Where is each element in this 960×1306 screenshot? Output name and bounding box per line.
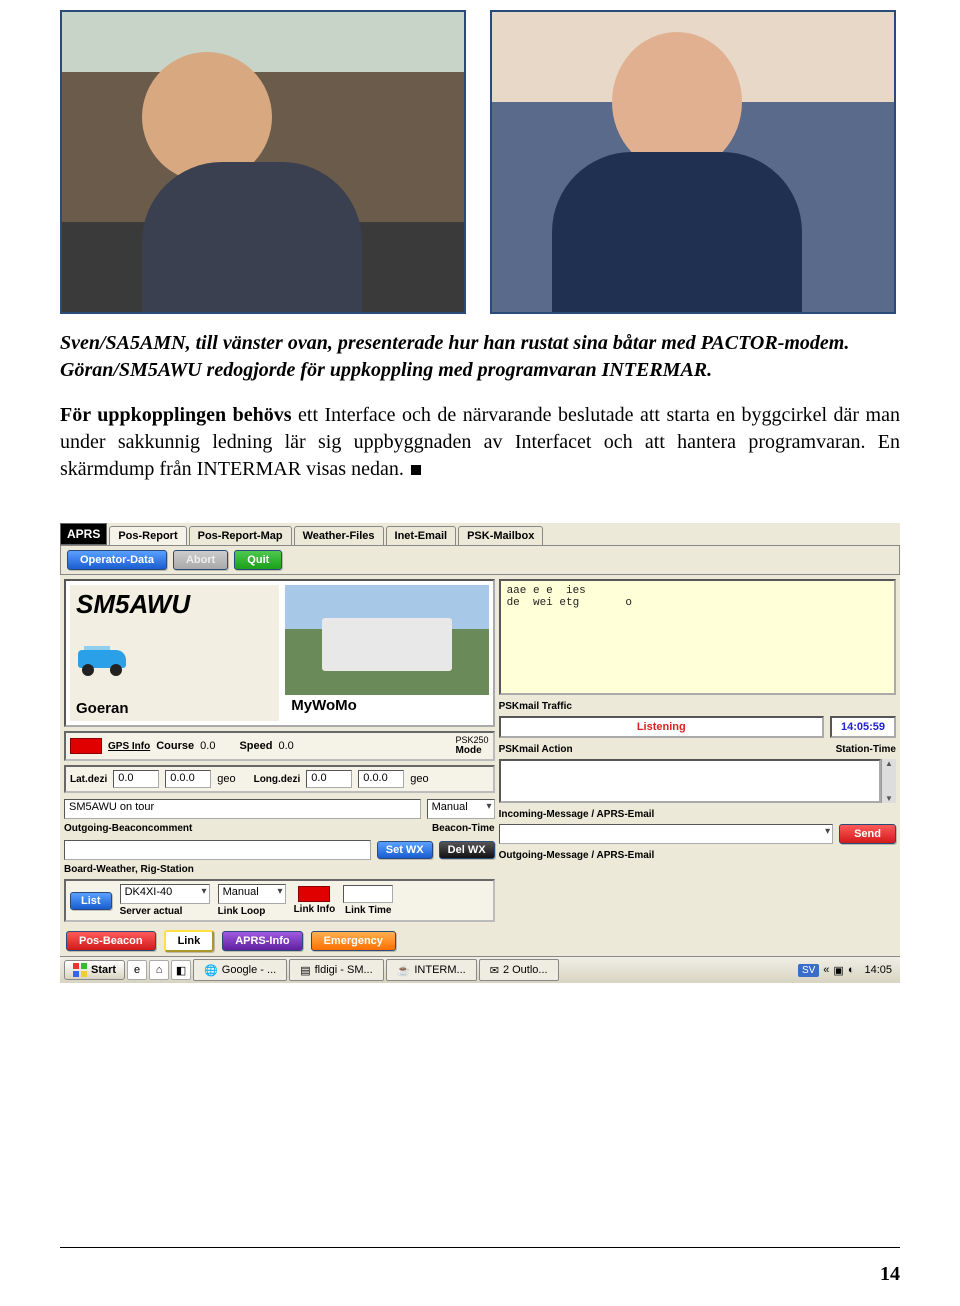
lat-label: Lat.dezi (70, 774, 107, 785)
emergency-button[interactable]: Emergency (311, 931, 396, 951)
send-button[interactable]: Send (839, 824, 896, 844)
outgoing-beacon-block: SM5AWU on tour Manual Outgoing-Beaconcom… (64, 797, 495, 834)
tab-strip: APRS Pos-Report Pos-Report-Map Weather-F… (60, 523, 900, 545)
operator-name: Goeran (70, 700, 279, 721)
speed-value: 0.0 (278, 740, 293, 752)
system-tray: SV « ▣ ◐ 14:05 (794, 964, 896, 977)
link-time-label: Link Time (345, 905, 392, 916)
tab-pos-report-map[interactable]: Pos-Report-Map (189, 526, 292, 545)
link-button[interactable]: Link (164, 930, 215, 952)
body-lead: För uppkopplingen behövs (60, 404, 292, 426)
body-paragraph: För uppkopplingen behövs ett Interface o… (60, 402, 900, 483)
tab-pos-report[interactable]: Pos-Report (109, 526, 186, 545)
outgoing-message-select[interactable] (499, 824, 834, 844)
link-loop-label: Link Loop (218, 906, 286, 917)
vehicle-photo (285, 585, 488, 695)
gps-row: GPS Info Course 0.0 Speed 0.0 PSK250 Mod… (64, 731, 495, 761)
psk-mode-bottom: Mode (456, 745, 482, 756)
abort-button[interactable]: Abort (173, 550, 228, 570)
psk-mode-top: PSK250 (456, 736, 489, 745)
photo-left (60, 10, 466, 314)
pskmail-action-display: Listening (499, 716, 824, 738)
quicklaunch-app-icon[interactable]: ◧ (171, 960, 191, 980)
quicklaunch-desktop-icon[interactable]: ⌂ (149, 960, 169, 980)
page-number: 14 (880, 1263, 900, 1286)
server-label: Server actual (120, 906, 210, 917)
outgoing-message-label: Outgoing-Message / APRS-Email (499, 850, 896, 861)
tray-icon[interactable]: ▣ (833, 964, 843, 977)
footer-rule (60, 1247, 900, 1248)
wx-input[interactable] (64, 840, 371, 860)
taskbar-task-outlook[interactable]: ✉2 Outlo... (479, 959, 559, 981)
lon-field-2[interactable]: 0.0.0 (358, 770, 404, 788)
photo-row (60, 10, 900, 314)
scrollbar[interactable]: ▲▼ (881, 759, 896, 803)
set-wx-button[interactable]: Set WX (377, 841, 433, 859)
lon-geo: geo (410, 773, 428, 785)
bottom-action-row: Pos-Beacon Link APRS-Info Emergency (60, 926, 900, 956)
lat-field-1[interactable]: 0.0 (113, 770, 159, 788)
intermar-app-window: APRS Pos-Report Pos-Report-Map Weather-F… (60, 523, 900, 983)
photo-right (490, 10, 896, 314)
taskbar-clock: 14:05 (858, 964, 892, 976)
tab-weather-files[interactable]: Weather-Files (294, 526, 384, 545)
photo-caption: Sven/SA5AMN, till vänster ovan, presente… (60, 330, 900, 384)
beacon-time-label: Beacon-Time (432, 823, 495, 834)
lon-label: Long.dezi (254, 774, 301, 785)
start-button[interactable]: Start (64, 960, 125, 980)
outgoing-beacon-input[interactable]: SM5AWU on tour (64, 799, 421, 819)
station-time-label: Station-Time (836, 744, 896, 755)
windows-logo-icon (73, 963, 87, 977)
del-wx-button[interactable]: Del WX (439, 841, 495, 859)
end-of-article-marker (411, 465, 421, 475)
psk-console: aae e e ies de wei etg o (499, 579, 896, 695)
operator-panel: SM5AWU Goeran MyWoMo (64, 579, 495, 727)
list-button[interactable]: List (70, 892, 112, 910)
coords-row: Lat.dezi 0.0 0.0.0 geo Long.dezi 0.0 0.0… (64, 765, 495, 793)
course-label: Course (156, 740, 194, 752)
lat-geo: geo (217, 773, 235, 785)
pskmail-traffic-label: PSKmail Traffic (499, 701, 896, 712)
speed-label: Speed (239, 740, 272, 752)
aprs-info-button[interactable]: APRS-Info (222, 931, 302, 951)
wx-block: Set WX Del WX Board-Weather, Rig-Station (64, 838, 495, 875)
language-indicator[interactable]: SV (798, 964, 819, 977)
wx-label: Board-Weather, Rig-Station (64, 864, 495, 875)
tray-expand-icon[interactable]: « (823, 964, 829, 976)
incoming-message-label: Incoming-Message / APRS-Email (499, 809, 896, 820)
incoming-message-box[interactable] (499, 759, 881, 803)
link-info-label: Link Info (294, 904, 336, 915)
beacon-time-select[interactable]: Manual (427, 799, 495, 819)
server-row: List DK4XI-40 Server actual Manual Link … (64, 879, 495, 922)
lon-field-1[interactable]: 0.0 (306, 770, 352, 788)
operator-data-button[interactable]: Operator-Data (67, 550, 167, 570)
pos-beacon-button[interactable]: Pos-Beacon (66, 931, 156, 951)
taskbar-task-google[interactable]: 🌐Google - ... (193, 959, 287, 981)
link-time-field (343, 885, 393, 903)
gps-led (70, 738, 102, 754)
aprs-badge: APRS (60, 523, 107, 545)
course-value: 0.0 (200, 740, 215, 752)
taskbar-task-fldigi[interactable]: ▤fldigi - SM... (289, 959, 383, 981)
outgoing-beacon-label: Outgoing-Beaconcomment (64, 823, 192, 834)
windows-taskbar: Start e ⌂ ◧ 🌐Google - ... ▤fldigi - SM..… (60, 956, 900, 983)
link-info-led (298, 886, 330, 902)
callsign: SM5AWU (70, 585, 279, 620)
station-time-display: 14:05:59 (830, 716, 896, 738)
server-select[interactable]: DK4XI-40 (120, 884, 210, 904)
gps-info-label: GPS Info (108, 741, 150, 752)
action-toolbar: Operator-Data Abort Quit (60, 545, 900, 575)
link-loop-select[interactable]: Manual (218, 884, 286, 904)
vehicle-name: MyWoMo (285, 697, 488, 718)
car-icon (76, 644, 128, 676)
pskmail-action-label: PSKmail Action (499, 744, 573, 755)
quicklaunch-ie-icon[interactable]: e (127, 960, 147, 980)
tray-icon-2[interactable]: ◐ (848, 964, 855, 976)
tab-inet-email[interactable]: Inet-Email (386, 526, 457, 545)
quit-button[interactable]: Quit (234, 550, 282, 570)
lat-field-2[interactable]: 0.0.0 (165, 770, 211, 788)
tab-psk-mailbox[interactable]: PSK-Mailbox (458, 526, 543, 545)
taskbar-task-intermar[interactable]: ☕INTERM... (386, 959, 477, 981)
